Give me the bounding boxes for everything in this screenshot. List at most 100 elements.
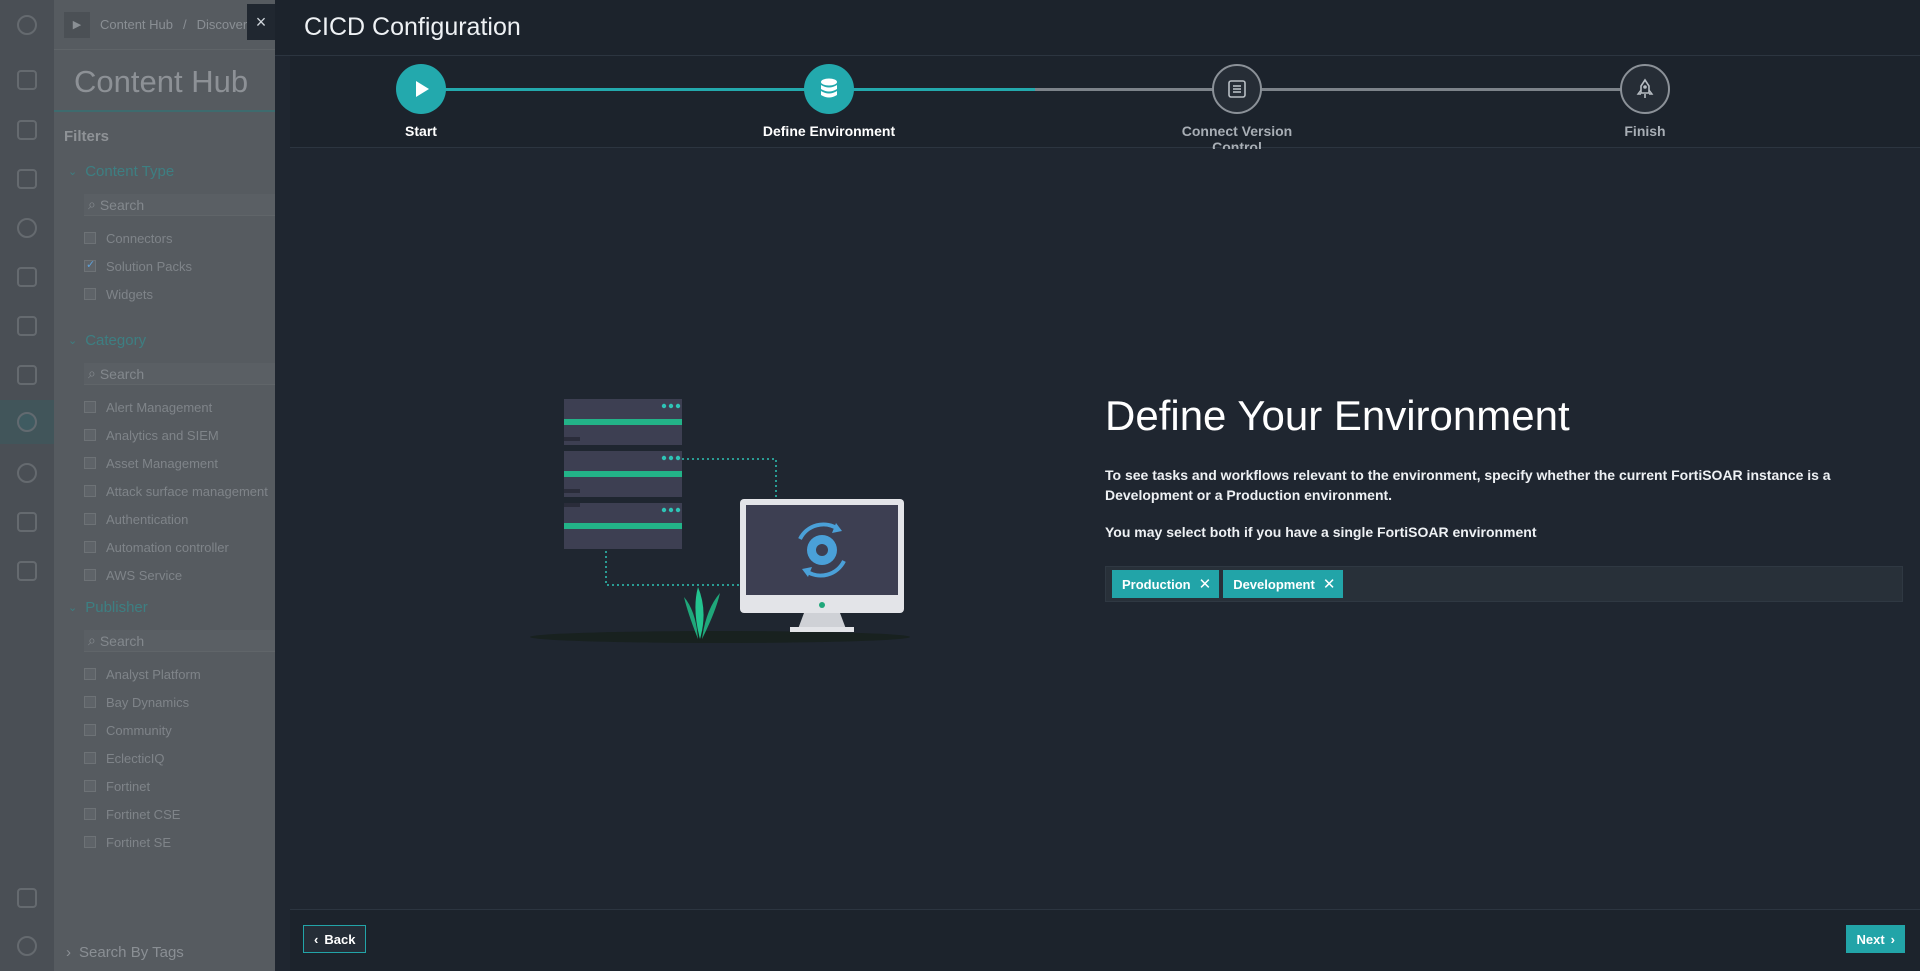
category-heading[interactable]: ⌄ Category [54, 322, 275, 359]
publisher-heading[interactable]: ⌄ Publisher [54, 589, 275, 626]
filter-option[interactable]: Fortinet [54, 772, 275, 800]
play-icon[interactable]: ▶ [64, 11, 90, 38]
filter-option[interactable]: Analyst Platform [54, 660, 275, 688]
checkbox[interactable] [84, 724, 96, 736]
left-icon-bar [0, 0, 54, 971]
filter-option[interactable]: Fortinet SE [54, 828, 275, 856]
settings-icon[interactable] [17, 463, 37, 483]
filter-option[interactable]: Asset Management [54, 449, 275, 477]
chip-label: Development [1233, 576, 1315, 592]
breadcrumb-item[interactable]: Discover [197, 17, 248, 32]
category-search-input[interactable]: ⌕ Search [84, 363, 275, 385]
checkbox[interactable] [84, 808, 96, 820]
checkbox[interactable] [84, 232, 96, 244]
play-icon [396, 64, 446, 114]
checkbox[interactable] [84, 668, 96, 680]
filter-option[interactable]: Community [54, 716, 275, 744]
content-type-heading[interactable]: ⌄ Content Type [54, 153, 275, 190]
step-define-environment: Define Environment [749, 64, 909, 139]
filter-option[interactable]: AWS Service [54, 561, 275, 589]
filter-option[interactable]: Widgets [54, 280, 275, 308]
filter-option[interactable]: Authentication [54, 505, 275, 533]
environment-multiselect[interactable]: Production ✕ Development ✕ [1105, 566, 1903, 602]
filter-option[interactable]: Solution Packs [54, 252, 275, 280]
step-finish: Finish [1565, 64, 1725, 139]
publisher-search-input[interactable]: ⌕ Search [84, 630, 275, 652]
filter-option[interactable]: Fortinet CSE [54, 800, 275, 828]
database-icon [804, 64, 854, 114]
shuffle-icon[interactable] [17, 169, 37, 189]
back-button[interactable]: ‹ Back [303, 925, 367, 953]
analytics-icon[interactable] [17, 316, 37, 336]
automation-icon[interactable] [17, 218, 37, 238]
filter-option-label: Alert Management [106, 399, 213, 415]
search-by-tags-toggle[interactable]: › Search By Tags [54, 944, 184, 961]
section-heading-label: Category [85, 332, 147, 349]
content-hub-panel: ▶ Content Hub / Discover Content Hub Fil… [54, 0, 275, 971]
dashboard-icon[interactable] [17, 70, 37, 90]
incidents-icon[interactable] [17, 120, 37, 140]
wizard-content: Define Your Environment To see tasks and… [290, 149, 1920, 909]
filter-option-label: Asset Management [106, 455, 219, 471]
chevron-down-icon: ⌄ [68, 335, 78, 347]
checkbox[interactable] [84, 288, 96, 300]
filter-option-label: Connectors [106, 230, 173, 246]
filter-option[interactable]: Connectors [54, 224, 275, 252]
breadcrumb: ▶ Content Hub / Discover [54, 0, 275, 50]
checkbox[interactable] [84, 696, 96, 708]
filter-option[interactable]: EclecticIQ [54, 744, 275, 772]
step-label: Start [405, 123, 437, 139]
checkbox[interactable] [84, 457, 96, 469]
checkbox[interactable] [84, 569, 96, 581]
filter-option-label: Fortinet SE [106, 834, 172, 850]
apps-icon[interactable] [17, 365, 37, 385]
step-label: Define Environment [762, 123, 896, 139]
section-heading-label: Content Type [85, 163, 175, 180]
checkbox[interactable] [84, 752, 96, 764]
checkbox[interactable] [84, 485, 96, 497]
next-button-label: Next [1856, 931, 1885, 947]
filter-option-label: Analyst Platform [106, 666, 201, 682]
filter-option-label: Authentication [106, 511, 189, 527]
background-content-hub: ▶ Content Hub / Discover Content Hub Fil… [0, 0, 275, 971]
checkbox[interactable] [84, 541, 96, 553]
content-hub-icon[interactable] [17, 412, 37, 432]
filter-option-label: Fortinet [106, 778, 151, 794]
search-placeholder: Search [99, 196, 145, 213]
filter-option[interactable]: Analytics and SIEM [54, 421, 275, 449]
users-icon[interactable] [17, 512, 37, 532]
environment-illustration [520, 389, 920, 654]
breadcrumb-item[interactable]: Content Hub [100, 17, 173, 32]
logo-icon [17, 15, 37, 35]
environment-chip-production: Production ✕ [1112, 570, 1220, 598]
step-heading: Define Your Environment [1105, 392, 1570, 439]
search-icon: ⌕ [88, 196, 96, 212]
filter-option[interactable]: Attack surface management [54, 477, 275, 505]
checkbox[interactable] [84, 780, 96, 792]
content-type-search-input[interactable]: ⌕ Search [84, 194, 275, 216]
filter-option[interactable]: Bay Dynamics [54, 688, 275, 716]
chip-remove-icon[interactable]: ✕ [1323, 575, 1336, 593]
checkbox[interactable] [84, 513, 96, 525]
filter-option[interactable]: Alert Management [54, 393, 275, 421]
briefcase-icon[interactable] [17, 267, 37, 287]
filter-option[interactable]: Automation controller [54, 533, 275, 561]
search-icon: ⌕ [88, 365, 96, 381]
modal-footer: ‹ Back Next › [290, 909, 1920, 971]
help-icon[interactable] [17, 936, 37, 956]
filter-option-label: Analytics and SIEM [106, 427, 219, 443]
checkbox[interactable] [84, 401, 96, 413]
next-button[interactable]: Next › [1846, 925, 1905, 953]
filter-option-label: Fortinet CSE [106, 806, 181, 822]
filter-option-label: EclecticIQ [106, 750, 165, 766]
checkbox[interactable] [84, 836, 96, 848]
chevron-down-icon: ⌄ [68, 602, 78, 614]
list-icon [1212, 64, 1262, 114]
hierarchy-icon[interactable] [17, 561, 37, 581]
clipboard-icon[interactable] [17, 888, 37, 908]
checkbox[interactable] [84, 258, 96, 272]
step-connect-version-control: Connect Version Control [1157, 64, 1317, 155]
chip-remove-icon[interactable]: ✕ [1199, 575, 1212, 593]
close-icon[interactable]: × [247, 4, 275, 40]
checkbox[interactable] [84, 429, 96, 441]
